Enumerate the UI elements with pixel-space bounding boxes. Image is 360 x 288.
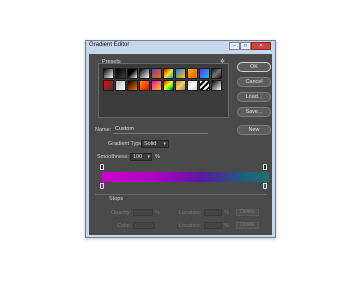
color-location-percent: % [224, 223, 229, 229]
opacity-location-field[interactable] [204, 209, 222, 216]
minimize-button[interactable]: – [229, 42, 240, 50]
preset-swatch[interactable] [199, 80, 210, 91]
presets-panel [98, 63, 229, 118]
color-location-field[interactable] [204, 222, 222, 229]
color-stop-left[interactable] [100, 183, 104, 189]
preset-swatch[interactable] [151, 68, 162, 79]
opacity-field[interactable] [133, 209, 153, 216]
stops-label: Stops [109, 196, 124, 202]
chevron-down-icon[interactable]: ▾ [147, 154, 150, 161]
opacity-location-percent: % [224, 210, 229, 216]
preset-swatch[interactable] [115, 80, 126, 91]
gradient-preview-bar[interactable] [102, 172, 269, 182]
preset-swatch[interactable] [211, 68, 222, 79]
opacity-percent: % [155, 210, 160, 216]
preset-swatch[interactable] [199, 68, 210, 79]
preset-swatch[interactable] [211, 80, 222, 91]
preset-swatch[interactable] [127, 68, 138, 79]
maximize-button[interactable]: □ [240, 42, 251, 50]
save-button[interactable]: Save... [237, 107, 271, 117]
preset-swatch[interactable] [127, 80, 138, 91]
smoothness-label: Smoothness: [97, 154, 130, 160]
color-location-label: Location: [179, 223, 202, 229]
gradient-editor-window: Gradient Editor – □ ✕ Presets ✲ OK Cance… [85, 40, 276, 238]
preset-swatch[interactable] [103, 80, 114, 91]
preset-swatch[interactable] [175, 68, 186, 79]
preset-swatch-grid [103, 68, 225, 116]
opacity-label: Opacity: [111, 210, 132, 216]
preset-swatch[interactable] [115, 68, 126, 79]
opacity-stop-right[interactable] [263, 164, 267, 170]
close-button[interactable]: ✕ [251, 42, 271, 50]
smoothness-unit: % [155, 154, 160, 160]
delete-color-stop-button[interactable]: Delete [236, 222, 259, 229]
color-label: Color: [117, 223, 132, 229]
smoothness-field[interactable]: 100 ▾ [130, 153, 152, 161]
window-title: Gradient Editor [89, 42, 130, 48]
gradient-type-value: Solid [144, 141, 157, 147]
color-stop-right[interactable] [263, 183, 267, 189]
opacity-location-label: Location: [179, 210, 202, 216]
preset-swatch[interactable] [139, 68, 150, 79]
delete-opacity-stop-button[interactable]: Delete [236, 209, 259, 216]
cancel-button[interactable]: Cancel [237, 77, 271, 87]
preset-swatch[interactable] [163, 80, 174, 91]
preset-swatch[interactable] [175, 80, 186, 91]
color-swatch-field[interactable] [133, 222, 155, 229]
load-button[interactable]: Load... [237, 92, 271, 102]
gradient-type-label: Gradient Type: [108, 141, 144, 147]
smoothness-value: 100 [133, 154, 143, 160]
preset-swatch[interactable] [187, 80, 198, 91]
name-label: Name: [95, 127, 112, 133]
ok-button[interactable]: OK [237, 62, 271, 72]
gradient-type-select[interactable]: Solid ▾ [141, 140, 169, 148]
preset-swatch[interactable] [103, 68, 114, 79]
preset-swatch[interactable] [139, 80, 150, 91]
new-button[interactable]: New [237, 125, 271, 135]
preset-swatch[interactable] [163, 68, 174, 79]
chevron-down-icon: ▾ [163, 141, 166, 147]
preset-swatch[interactable] [151, 80, 162, 91]
stops-divider [95, 194, 267, 195]
title-bar: Gradient Editor – □ ✕ [86, 41, 275, 54]
preset-swatch[interactable] [187, 68, 198, 79]
dialog-body: Presets ✲ OK Cancel Load... Save... Name… [89, 54, 272, 235]
name-field[interactable]: Custom [113, 126, 208, 134]
opacity-stop-left[interactable] [100, 164, 104, 170]
